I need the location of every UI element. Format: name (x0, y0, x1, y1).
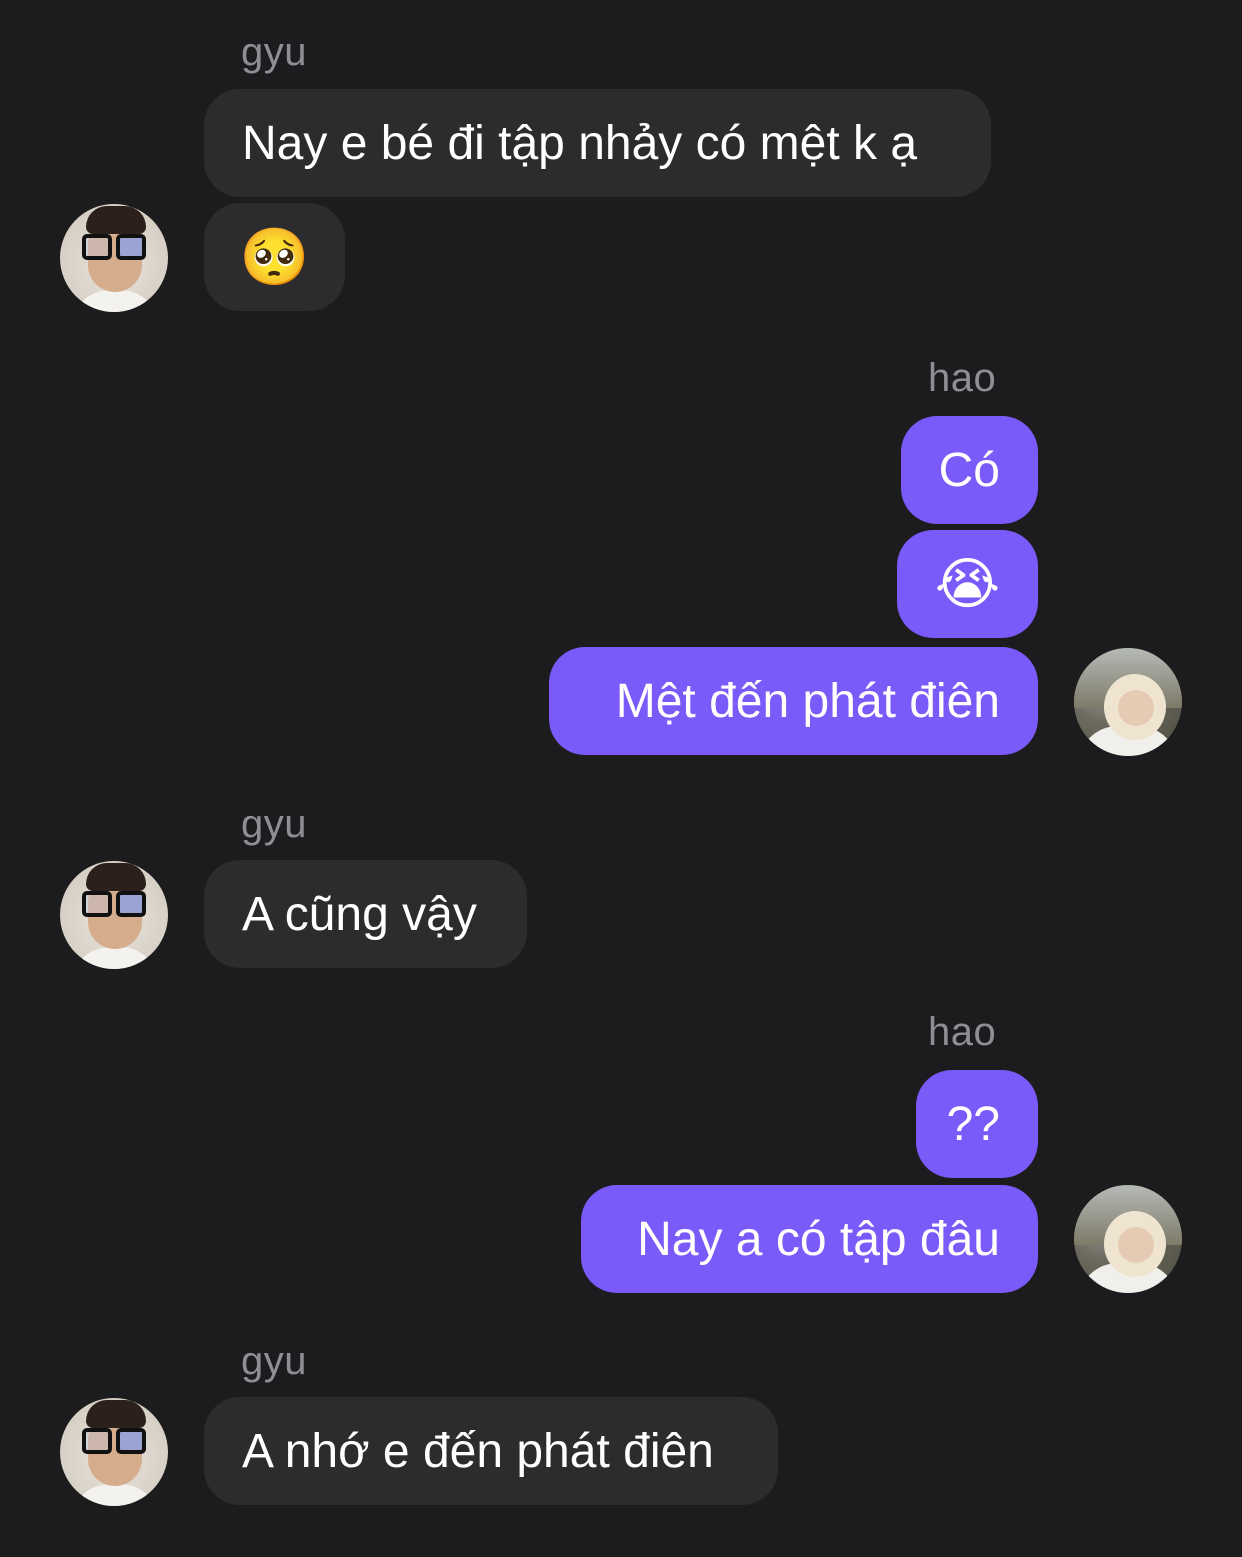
message-bubble-outgoing[interactable]: 😭 (897, 530, 1038, 638)
gyu-avatar[interactable] (60, 204, 168, 312)
hao-avatar[interactable] (1074, 648, 1182, 756)
message-bubble-incoming[interactable]: A nhớ e đến phát điên (204, 1397, 778, 1505)
message-bubble-incoming[interactable]: 🥺 (204, 203, 345, 311)
message-text: Mệt đến phát điên (615, 674, 1000, 728)
sender-name-gyu: gyu (241, 30, 307, 74)
hao-avatar[interactable] (1074, 1185, 1182, 1293)
message-text: Nay e bé đi tập nhảy có mệt k ạ (242, 116, 918, 170)
message-text: Có (938, 443, 1000, 497)
message-bubble-incoming[interactable]: Nay e bé đi tập nhảy có mệt k ạ (204, 89, 991, 197)
sender-name-hao: hao (928, 1010, 997, 1054)
gyu-avatar[interactable] (60, 1398, 168, 1506)
message-bubble-outgoing[interactable]: Nay a có tập đâu (581, 1185, 1038, 1293)
message-bubble-outgoing[interactable]: Có (901, 416, 1038, 524)
message-bubble-outgoing[interactable]: Mệt đến phát điên (549, 647, 1038, 755)
sender-name-hao: hao (928, 356, 997, 400)
message-bubble-outgoing[interactable]: ?? (916, 1070, 1038, 1178)
message-text: A nhớ e đến phát điên (242, 1424, 714, 1478)
message-text: Nay a có tập đâu (637, 1212, 1000, 1266)
message-text: ?? (946, 1097, 1000, 1151)
message-text: A cũng vậy (242, 887, 477, 941)
gyu-avatar[interactable] (60, 861, 168, 969)
message-bubble-incoming[interactable]: A cũng vậy (204, 860, 527, 968)
emoji-pleading-face: 🥺 (239, 225, 310, 288)
sender-name-gyu: gyu (241, 1339, 307, 1383)
emoji-loudly-crying-face: 😭 (934, 552, 1001, 615)
sender-name-gyu: gyu (241, 802, 307, 846)
